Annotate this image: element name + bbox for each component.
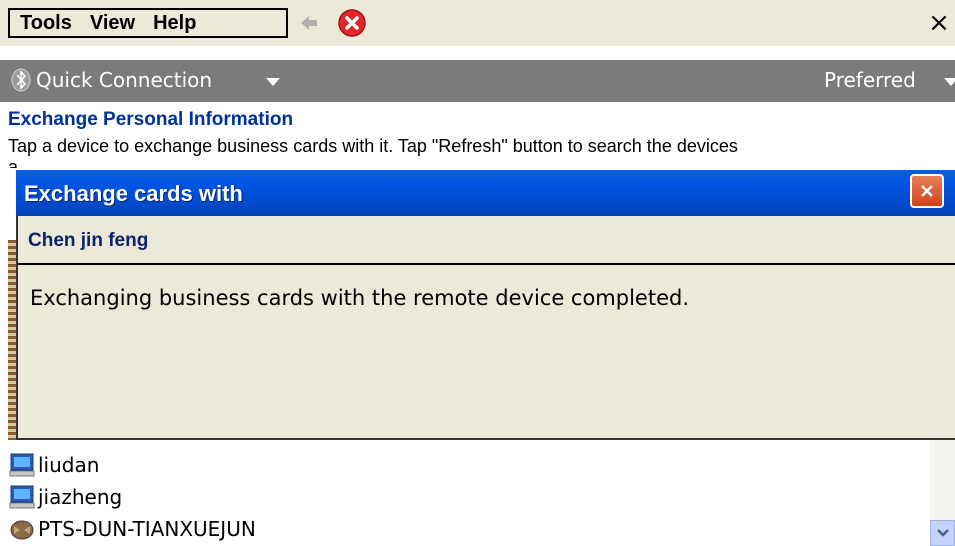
- device-name: liudan: [38, 453, 100, 477]
- device-name: jiazheng: [38, 485, 123, 509]
- scroll-down-button[interactable]: [930, 520, 955, 546]
- menu-tools[interactable]: Tools: [10, 10, 80, 36]
- stop-icon: [338, 9, 366, 37]
- device-name: PTS-DUN-TIANXUEJUN: [38, 517, 256, 541]
- page-title: Exchange Personal Information: [8, 109, 294, 130]
- chevron-down-icon[interactable]: [266, 78, 280, 86]
- page-description-overflow: a: [8, 160, 18, 168]
- computer-icon: [9, 485, 35, 509]
- quick-connection-menu[interactable]: Quick Connection: [36, 66, 212, 94]
- list-item[interactable]: PTS-DUN-TIANXUEJUN: [8, 514, 256, 544]
- list-item[interactable]: jiazheng: [8, 482, 122, 512]
- back-button[interactable]: [296, 12, 322, 34]
- page-description: Tap a device to exchange business cards …: [8, 136, 738, 156]
- chevron-down-icon: [936, 529, 949, 537]
- back-arrow-icon: [301, 16, 317, 30]
- bluetooth-icon: [11, 68, 31, 92]
- list-item[interactable]: liudan: [8, 450, 99, 480]
- chevron-down-icon[interactable]: [944, 78, 955, 86]
- divider: [18, 263, 955, 265]
- menu-help[interactable]: Help: [143, 10, 204, 36]
- preferred-menu[interactable]: Preferred: [824, 66, 916, 94]
- dialog-subject: Chen jin feng: [28, 230, 149, 251]
- dialog-message: Exchanging business cards with the remot…: [30, 286, 690, 310]
- menu-view[interactable]: View: [80, 10, 143, 36]
- phone-icon: [10, 520, 34, 540]
- stop-button[interactable]: [337, 8, 367, 38]
- close-icon: [921, 185, 933, 197]
- close-button[interactable]: ×: [925, 8, 953, 38]
- dialog-close-button[interactable]: [910, 174, 944, 208]
- menu-bar: Tools View Help: [8, 8, 288, 38]
- computer-icon: [9, 453, 35, 477]
- dialog-title: Exchange cards with: [24, 181, 243, 206]
